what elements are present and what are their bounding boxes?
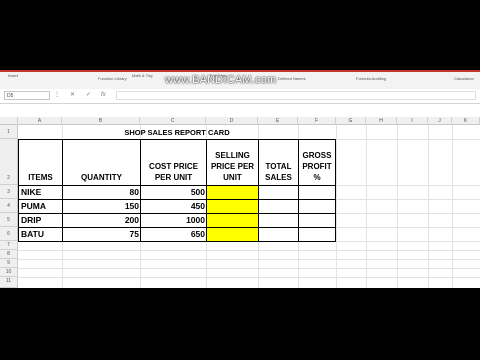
cell-gross-profit[interactable] [298,213,336,228]
row-header-7[interactable]: 7 [0,241,18,250]
select-all-corner[interactable] [0,117,18,125]
gridline [18,250,480,251]
cell-cost-price[interactable]: 650 [140,227,207,242]
column-header-k[interactable]: K [452,117,480,125]
row-header-1[interactable]: 1 [0,125,18,139]
cell-total-sales[interactable] [258,227,299,242]
row-header-8[interactable]: 8 [0,250,18,259]
cell-quantity[interactable]: 80 [62,185,141,200]
gridline [397,125,398,288]
gridline [428,125,429,288]
column-header-f[interactable]: F [298,117,336,125]
row-header-6[interactable]: 6 [0,227,18,241]
column-header-d[interactable]: D [206,117,258,125]
formula-bar: D5 ⋮ ✕ ✓ fx [0,89,480,104]
row-header-2[interactable]: 2 [0,139,18,185]
column-header-c[interactable]: C [140,117,206,125]
excel-window: Insert Math & Trig Formulas Function Lib… [0,70,480,288]
header-gross-profit-label: GROSS PROFIT % [302,151,332,182]
column-header-h[interactable]: H [366,117,397,125]
ribbon-group-calculation[interactable]: Calculation [454,76,474,81]
header-items-label: ITEMS [28,173,53,182]
gridline [336,125,337,288]
column-header-i[interactable]: I [397,117,428,125]
cell-selling-price[interactable] [206,185,259,200]
cell-selling-price[interactable] [206,213,259,228]
header-selling-price[interactable]: SELLING PRICE PER UNIT [206,139,259,186]
column-header-j[interactable]: J [428,117,452,125]
ribbon-group-formula-auditing[interactable]: Formula Auditing [356,76,386,81]
row-header-5[interactable]: 5 [0,213,18,227]
gridline [366,125,367,288]
ribbon-group-defined-names[interactable]: Defined Names [278,76,306,81]
column-header-b[interactable]: B [62,117,140,125]
header-gross-profit[interactable]: GROSS PROFIT % [298,139,336,186]
cell-cost-price[interactable]: 1000 [140,213,207,228]
header-total-sales-label: TOTAL SALES [265,162,292,182]
row-header-4[interactable]: 4 [0,199,18,213]
gridline [18,277,480,278]
row-header-11[interactable]: 11 [0,277,18,288]
formula-input[interactable] [116,91,476,100]
cell-selling-price[interactable] [206,199,259,214]
ribbon-top-label-math[interactable]: Math & Trig [132,73,152,78]
insert-function-icon[interactable]: fx [101,91,106,100]
cell-total-sales[interactable] [258,199,299,214]
cancel-icon[interactable]: ✕ [70,91,75,100]
cell-item[interactable]: PUMA [18,199,63,214]
row-header-10[interactable]: 10 [0,268,18,277]
more-options-icon: ⋮ [54,92,60,98]
report-title[interactable]: SHOP SALES REPORT CARD [18,127,336,139]
header-selling-price-label: SELLING PRICE PER UNIT [210,151,255,182]
header-cost-price[interactable]: COST PRICE PER UNIT [140,139,207,186]
cell-quantity[interactable]: 75 [62,227,141,242]
cell-selling-price[interactable] [206,227,259,242]
header-total-sales[interactable]: TOTAL SALES [258,139,299,186]
column-header-g[interactable]: G [336,117,366,125]
cell-cost-price[interactable]: 450 [140,199,207,214]
enter-icon[interactable]: ✓ [86,91,91,100]
cell-gross-profit[interactable] [298,227,336,242]
column-header-a[interactable]: A [18,117,62,125]
ribbon-group-function-library[interactable]: Function Library [98,76,127,81]
column-header-e[interactable]: E [258,117,298,125]
cell-item[interactable]: DRIP [18,213,63,228]
cell-total-sales[interactable] [258,185,299,200]
header-cost-price-label: COST PRICE PER UNIT [149,162,198,182]
cell-gross-profit[interactable] [298,185,336,200]
header-quantity-label: QUANTITY [81,173,122,182]
gridline [18,259,480,260]
bandicam-watermark: www.BANDICAM.com [165,74,277,86]
gridline [18,268,480,269]
name-box[interactable]: D5 [4,91,50,100]
row-header-3[interactable]: 3 [0,185,18,199]
cell-total-sales[interactable] [258,213,299,228]
header-quantity[interactable]: QUANTITY [62,139,141,186]
row-header-9[interactable]: 9 [0,259,18,268]
ribbon-top-label-insert[interactable]: Insert [8,73,18,78]
cell-quantity[interactable]: 150 [62,199,141,214]
cell-item[interactable]: NIKE [18,185,63,200]
header-items[interactable]: ITEMS [18,139,63,186]
gridline [452,125,453,288]
cell-gross-profit[interactable] [298,199,336,214]
cell-quantity[interactable]: 200 [62,213,141,228]
spreadsheet-grid: A B C D E F G H I J K 1 2 3 4 5 6 7 8 9 … [0,117,480,288]
cell-cost-price[interactable]: 500 [140,185,207,200]
cell-item[interactable]: BATU [18,227,63,242]
